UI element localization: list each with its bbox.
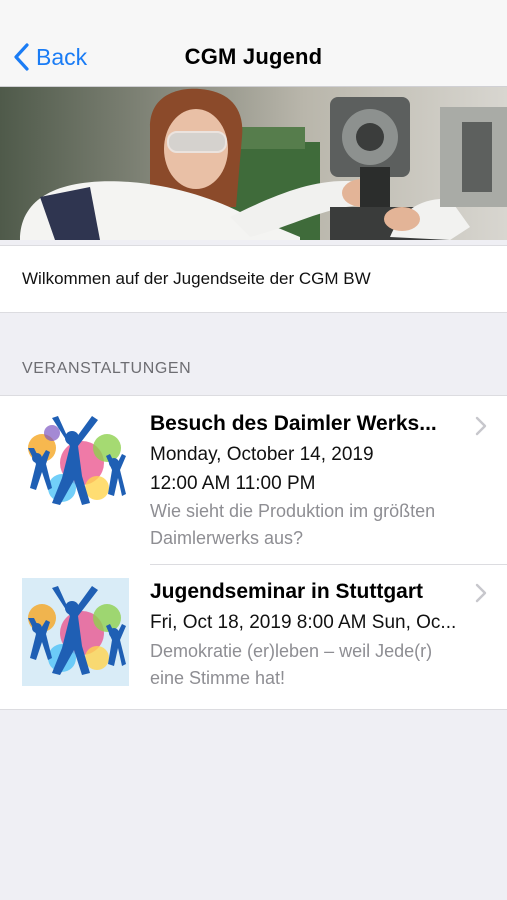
event-title: Besuch des Daimler Werks...	[150, 412, 437, 435]
events-list: Besuch des Daimler Werks... Monday, Octo…	[0, 395, 507, 710]
chevron-right-icon	[475, 416, 487, 436]
chevron-right-icon	[475, 583, 487, 603]
event-description-line-1: Demokratie (er)leben – weil Jede(r)	[150, 641, 433, 661]
event-date: Fri, Oct 18, 2019 8:00 AM Sun, Oc...	[150, 612, 457, 633]
event-date: Monday, October 14, 2019	[150, 444, 374, 465]
event-description: Wie sieht die Produktion im größten Daim…	[150, 498, 435, 552]
event-title: Jugendseminar in Stuttgart	[150, 580, 424, 603]
event-description: Demokratie (er)leben – weil Jede(r) eine…	[150, 638, 432, 692]
welcome-cell: Wilkommen auf der Jugendseite der CGM BW	[0, 245, 507, 313]
event-thumbnail	[22, 408, 129, 516]
banner-image	[0, 87, 507, 240]
list-item[interactable]: Jugendseminar in Stuttgart Fri, Oct 18, …	[0, 565, 507, 708]
section-header-events: VERANSTALTUNGEN	[22, 360, 192, 377]
event-description-line-1: Wie sieht die Produktion im größten	[150, 501, 436, 521]
welcome-text: Wilkommen auf der Jugendseite der CGM BW	[22, 269, 371, 288]
event-description-line-2: Daimlerwerks aus?	[150, 528, 304, 548]
page-title: CGM Jugend	[184, 44, 323, 69]
event-description-line-2: eine Stimme hat!	[150, 668, 286, 688]
navigation-bar: Back CGM Jugend	[0, 0, 507, 87]
list-item[interactable]: Besuch des Daimler Werks... Monday, Octo…	[0, 396, 507, 565]
event-thumbnail	[22, 578, 129, 686]
event-time: 12:00 AM 11:00 PM	[150, 473, 316, 494]
